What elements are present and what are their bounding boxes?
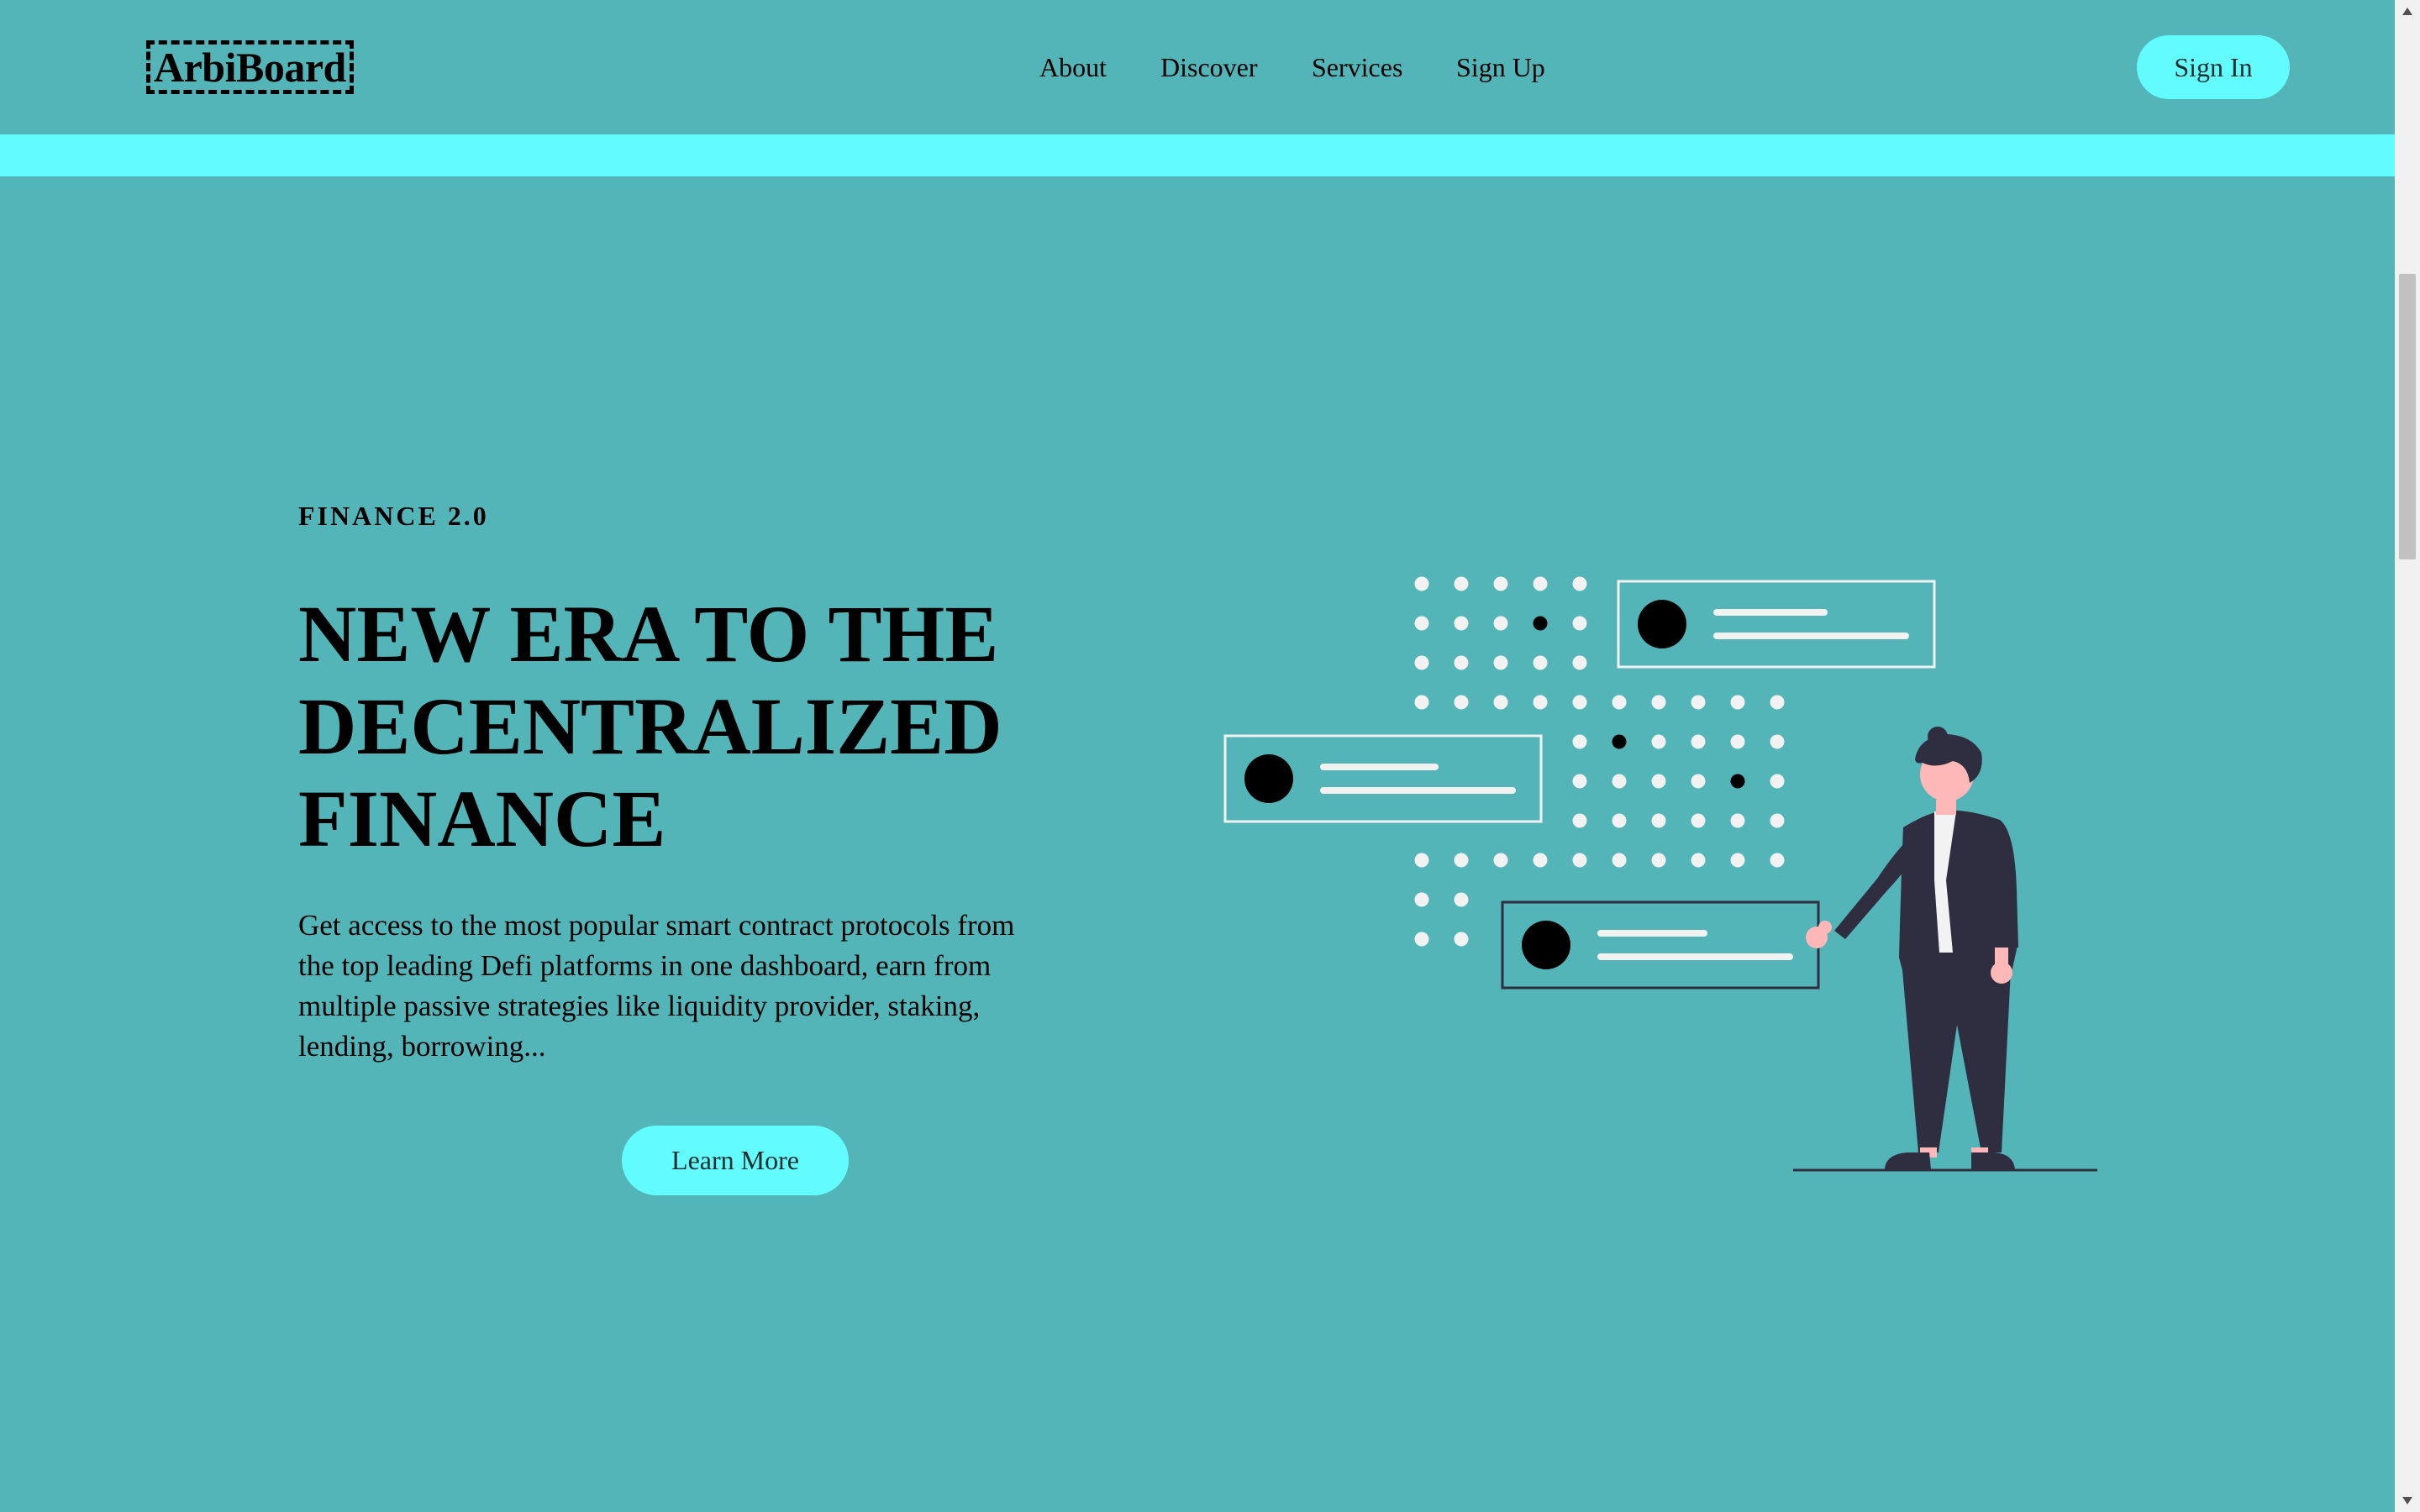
grid-dot: [1691, 853, 1706, 868]
grid-dot: [1493, 695, 1508, 710]
sign-in-button[interactable]: Sign In: [2137, 35, 2290, 99]
scroll-up-arrow-icon[interactable]: [2395, 0, 2420, 24]
grid-dot: [1651, 734, 1666, 749]
grid-dot: [1454, 695, 1469, 710]
profile-card-top: [1617, 580, 1936, 669]
grid-dot: [1414, 655, 1429, 670]
grid-dot: [1572, 774, 1587, 789]
grid-dot: [1533, 695, 1548, 710]
grid-dot: [1730, 695, 1745, 710]
grid-dot: [1691, 734, 1706, 749]
grid-dot: [1414, 932, 1429, 947]
page: ArbiBoard About Discover Services Sign U…: [0, 0, 2395, 1512]
grid-dot: [1770, 734, 1785, 749]
avatar: [1638, 600, 1686, 648]
nav-about[interactable]: About: [1039, 42, 1107, 92]
grid-dot: [1612, 774, 1627, 789]
profile-card-middle: [1223, 734, 1543, 823]
main-nav: About Discover Services Sign Up: [0, 42, 2395, 92]
grid-dot: [1414, 576, 1429, 591]
grid-dot: [1691, 695, 1706, 710]
grid-dot: [1730, 774, 1745, 789]
grid-dot: [1414, 892, 1429, 907]
hero-illustration: [1223, 576, 2097, 1172]
grid-dot: [1691, 813, 1706, 828]
grid-dot: [1730, 813, 1745, 828]
grid-dot: [1691, 774, 1706, 789]
grid-dot: [1414, 616, 1429, 631]
grid-dot: [1572, 655, 1587, 670]
profile-card-bottom: [1501, 900, 1820, 990]
grid-dot: [1651, 853, 1666, 868]
grid-dot: [1454, 932, 1469, 947]
scroll-down-arrow-icon[interactable]: [2395, 1488, 2420, 1512]
grid-dot: [1572, 734, 1587, 749]
accent-band: [0, 134, 2395, 176]
hero-headline: NEW ERA TO THE DECENTRALIZED FINANCE: [298, 588, 1139, 865]
grid-dot: [1533, 655, 1548, 670]
grid-dot: [1414, 695, 1429, 710]
hero-eyebrow: FINANCE 2.0: [298, 501, 489, 531]
grid-dot: [1493, 853, 1508, 868]
grid-dot: [1533, 853, 1548, 868]
site-header: ArbiBoard About Discover Services Sign U…: [0, 0, 2395, 134]
headline-line-2: DECENTRALIZED: [298, 681, 1002, 771]
grid-dot: [1493, 655, 1508, 670]
grid-dot: [1770, 813, 1785, 828]
learn-more-button[interactable]: Learn More: [622, 1126, 849, 1195]
grid-dot: [1730, 853, 1745, 868]
grid-dot: [1493, 616, 1508, 631]
dot-grid: [1414, 576, 1785, 947]
grid-dot: [1572, 616, 1587, 631]
grid-dot: [1572, 576, 1587, 591]
grid-dot: [1572, 813, 1587, 828]
grid-dot: [1454, 655, 1469, 670]
headline-line-3: FINANCE: [298, 774, 666, 864]
grid-dot: [1651, 695, 1666, 710]
vertical-scrollbar[interactable]: [2395, 0, 2420, 1512]
grid-dot: [1612, 734, 1627, 749]
grid-dot: [1454, 892, 1469, 907]
grid-dot: [1572, 695, 1587, 710]
grid-dot: [1770, 853, 1785, 868]
grid-dot: [1612, 813, 1627, 828]
grid-dot: [1770, 774, 1785, 789]
grid-dot: [1414, 853, 1429, 868]
nav-discover[interactable]: Discover: [1160, 42, 1258, 92]
grid-dot: [1572, 853, 1587, 868]
avatar: [1522, 921, 1570, 969]
grid-dot: [1454, 616, 1469, 631]
grid-dot: [1612, 853, 1627, 868]
scroll-thumb[interactable]: [2399, 274, 2416, 559]
grid-dot: [1454, 853, 1469, 868]
grid-dot: [1493, 576, 1508, 591]
grid-dot: [1612, 695, 1627, 710]
grid-dot: [1533, 576, 1548, 591]
headline-line-1: NEW ERA TO THE: [298, 589, 999, 679]
grid-dot: [1651, 813, 1666, 828]
grid-dot: [1651, 774, 1666, 789]
nav-services[interactable]: Services: [1312, 42, 1402, 92]
grid-dot: [1454, 576, 1469, 591]
avatar: [1244, 754, 1293, 803]
grid-dot: [1730, 734, 1745, 749]
grid-dot: [1533, 616, 1548, 631]
hero-description: Get access to the most popular smart con…: [298, 909, 1015, 1063]
nav-sign-up[interactable]: Sign Up: [1456, 42, 1545, 92]
person-illustration: [1793, 727, 2097, 1172]
grid-dot: [1770, 695, 1785, 710]
